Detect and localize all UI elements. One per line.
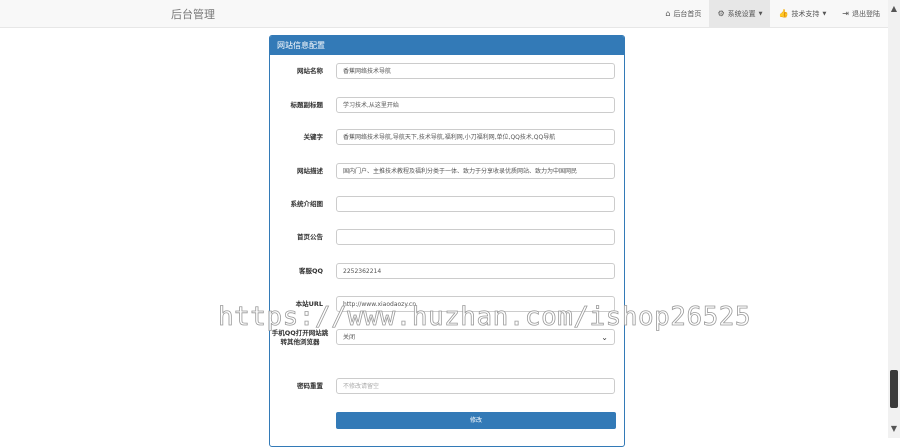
announcement-input[interactable] (336, 229, 615, 245)
scroll-down-arrow-icon[interactable]: ▼ (888, 422, 900, 436)
watermark-text: https://www.huzhan.com/ishop26525 (218, 302, 752, 333)
site-config-panel: 网站信息配置 网站名称 香蕉网络技术导航 标题副标题 学习技术,从这里开始 关键… (269, 35, 625, 447)
field-label: 网站描述 (297, 167, 323, 175)
field-label: 客服QQ (298, 267, 323, 275)
submit-button[interactable]: 修改 (336, 412, 616, 429)
site-name-input[interactable]: 香蕉网络技术导航 (336, 63, 615, 79)
keywords-input[interactable]: 香蕉网络技术导航,导航天下,技术导航,福利网,小刀福利网,单位,QQ技术,QQ导… (336, 129, 615, 145)
nav-logout-label: 退出登陆 (852, 9, 880, 18)
field-label: 系统介绍图 (290, 200, 324, 208)
page-scrollbar[interactable]: ▲ ▼ (888, 0, 900, 438)
select-value: 关闭 (343, 334, 356, 341)
nav-logout[interactable]: ⇥ 退出登陆 (834, 0, 888, 27)
brand-title[interactable]: 后台管理 (171, 6, 215, 22)
nav-tech-support[interactable]: 👍 技术支持 ▼ (770, 0, 834, 27)
field-label: 标题副标题 (290, 101, 324, 109)
nav-home-label: 后台首页 (673, 9, 702, 18)
service-qq-input[interactable]: 2252362214 (336, 263, 615, 279)
password-reset-input[interactable]: 不修改请留空 (336, 378, 615, 394)
subtitle-input[interactable]: 学习技术,从这里开始 (336, 97, 615, 113)
home-icon: ⌂ (665, 8, 671, 18)
nav-menu: ⌂ 后台首页 ⚙ 系统设置 ▼ 👍 技术支持 ▼ ⇥ 退出登陆 (657, 0, 888, 27)
panel-title: 网站信息配置 (270, 36, 624, 55)
description-input[interactable]: 国内门户、主推技术教程及福利分类于一体、致力于分享收录优质网站、致力为中国网民 (336, 163, 615, 179)
field-label: 网站名称 (297, 67, 323, 75)
nav-settings-label: 系统设置 (727, 9, 756, 18)
field-label: 关键字 (303, 133, 324, 141)
gear-icon: ⚙ (717, 8, 725, 18)
field-label: 首页公告 (297, 233, 323, 241)
nav-system-settings[interactable]: ⚙ 系统设置 ▼ (709, 0, 771, 27)
nav-support-label: 技术支持 (791, 9, 820, 18)
caret-down-icon: ▼ (758, 10, 763, 17)
thumbs-up-icon: 👍 (778, 8, 789, 18)
scrollbar-thumb[interactable] (890, 370, 898, 408)
nav-home[interactable]: ⌂ 后台首页 (657, 0, 709, 27)
system-intro-input[interactable] (336, 196, 615, 212)
caret-down-icon: ▼ (822, 10, 827, 17)
logout-icon: ⇥ (842, 8, 849, 18)
top-navbar: 后台管理 ⌂ 后台首页 ⚙ 系统设置 ▼ 👍 技术支持 ▼ ⇥ 退出登陆 (0, 0, 888, 28)
scroll-up-arrow-icon[interactable]: ▲ (888, 2, 900, 16)
field-label: 密码重置 (297, 382, 323, 390)
chevron-down-icon: ⌄ (601, 333, 608, 342)
